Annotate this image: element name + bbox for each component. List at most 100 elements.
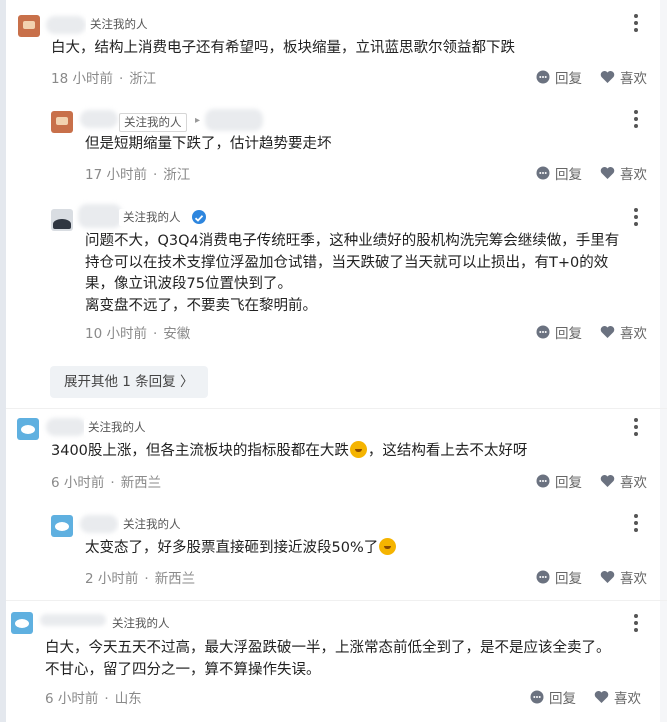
timestamp: 10 小时前 bbox=[85, 326, 147, 342]
reply-button[interactable]: 回复 bbox=[530, 687, 576, 707]
reply-label: 回复 bbox=[555, 326, 582, 342]
left-edge-strip bbox=[0, 0, 6, 722]
like-button[interactable]: 喜欢 bbox=[594, 687, 641, 707]
reply-text-part: 太变态了，好多股票直接砸到接近波段50%了 bbox=[85, 540, 379, 556]
timestamp: 18 小时前 bbox=[51, 71, 113, 87]
like-button[interactable]: 喜欢 bbox=[600, 163, 647, 183]
more-icon[interactable] bbox=[630, 612, 642, 634]
reply-label: 回复 bbox=[555, 167, 582, 183]
scrollbar[interactable] bbox=[660, 0, 667, 722]
divider bbox=[6, 408, 667, 409]
reply-text: 但是短期缩量下跌了，估计趋势要走坏 bbox=[85, 136, 332, 152]
reply-button[interactable]: 回复 bbox=[536, 67, 582, 87]
heart-icon bbox=[600, 571, 615, 583]
timestamp: 17 小时前 bbox=[85, 167, 147, 183]
avatar[interactable] bbox=[18, 15, 40, 37]
timestamp: 2 小时前 bbox=[85, 571, 139, 587]
like-label: 喜欢 bbox=[620, 326, 647, 342]
more-icon[interactable] bbox=[630, 512, 642, 534]
heart-icon bbox=[600, 71, 615, 83]
comment-meta: 18 小时前 · 浙江 bbox=[51, 71, 157, 87]
avatar[interactable] bbox=[51, 515, 73, 537]
comment-icon bbox=[536, 325, 550, 339]
avatar[interactable] bbox=[11, 612, 33, 634]
reply-button[interactable]: 回复 bbox=[536, 322, 582, 342]
comment-text-line: 白大，今天五天不过高，最大浮盈跌破一半，上涨常态前低全到了，是不是应该全卖了。 bbox=[45, 640, 611, 656]
more-icon[interactable] bbox=[630, 416, 642, 438]
like-label: 喜欢 bbox=[620, 71, 647, 87]
reply-button[interactable]: 回复 bbox=[536, 567, 582, 587]
like-label: 喜欢 bbox=[620, 167, 647, 183]
avatar[interactable] bbox=[17, 418, 39, 440]
location: 浙江 bbox=[163, 167, 191, 183]
timestamp: 6 小时前 bbox=[45, 691, 99, 707]
username-redacted[interactable] bbox=[46, 418, 86, 436]
reply-label: 回复 bbox=[555, 571, 582, 587]
location: 浙江 bbox=[129, 71, 157, 87]
location: 新西兰 bbox=[120, 475, 162, 491]
heart-icon bbox=[600, 167, 615, 179]
reply-label: 回复 bbox=[549, 691, 576, 707]
divider bbox=[6, 600, 667, 601]
comment-text-part: 3400股上涨，但各主流板块的指标股都在大跌 bbox=[51, 443, 349, 459]
reply-label: 回复 bbox=[555, 71, 582, 87]
like-button[interactable]: 喜欢 bbox=[600, 471, 647, 491]
reply-label: 回复 bbox=[555, 475, 582, 491]
expand-replies-button[interactable]: 展开其他 1 条回复 〉 bbox=[50, 366, 208, 398]
comment-meta: 6 小时前 · 新西兰 bbox=[51, 475, 162, 491]
avatar[interactable] bbox=[51, 209, 73, 231]
reply-text-line: 离变盘不远了，不要卖飞在黎明前。 bbox=[85, 298, 317, 314]
follow-tag: 关注我的人 bbox=[86, 16, 152, 33]
like-button[interactable]: 喜欢 bbox=[600, 567, 647, 587]
location: 安徽 bbox=[163, 326, 191, 342]
comment-text: 3400股上涨，但各主流板块的指标股都在大跌 ，这结构看上去不太好呀 bbox=[51, 441, 527, 463]
follow-tag: 关注我的人 bbox=[84, 419, 150, 436]
username-redacted[interactable] bbox=[40, 614, 106, 626]
more-icon[interactable] bbox=[630, 108, 642, 130]
reply-text-line: 持仓可以在技术支撑位浮盈加仓试错，当天跌破了当天就可以止损出，有T+0的效 bbox=[85, 255, 609, 271]
location: 新西兰 bbox=[154, 571, 196, 587]
heart-icon bbox=[600, 326, 615, 338]
reply-button[interactable]: 回复 bbox=[536, 163, 582, 183]
username-redacted[interactable] bbox=[80, 110, 118, 128]
username-redacted[interactable] bbox=[46, 16, 86, 34]
comment-text-line: 不甘心，留了四分之一，算不算操作失误。 bbox=[45, 662, 321, 678]
follow-tag: 关注我的人 bbox=[108, 615, 174, 632]
more-icon[interactable] bbox=[630, 12, 642, 34]
reply-meta: 17 小时前 · 浙江 bbox=[85, 167, 191, 183]
follow-tag: 关注我的人 bbox=[119, 209, 185, 226]
comment-icon bbox=[536, 166, 550, 180]
heart-icon bbox=[594, 691, 609, 703]
verified-icon bbox=[192, 210, 206, 224]
comment-icon bbox=[536, 70, 550, 84]
username-redacted[interactable] bbox=[80, 515, 118, 533]
comment-meta: 6 小时前 · 山东 bbox=[45, 691, 142, 707]
avatar[interactable] bbox=[51, 111, 73, 133]
reply-button[interactable]: 回复 bbox=[536, 471, 582, 491]
reply-text-line: 果，像立讯波段75位置快到了。 bbox=[85, 276, 292, 292]
like-label: 喜欢 bbox=[620, 475, 647, 491]
more-icon[interactable] bbox=[630, 206, 642, 228]
comment-text-part: ，这结构看上去不太好呀 bbox=[367, 443, 528, 459]
reply-text-line: 问题不大，Q3Q4消费电子传统旺季，这种业绩好的股机构洗完筹会继续做，手里有 bbox=[85, 233, 620, 249]
laugh-emoji bbox=[379, 538, 397, 555]
comment-icon bbox=[536, 474, 550, 488]
reply-text: 太变态了，好多股票直接砸到接近波段50%了 bbox=[85, 538, 397, 560]
like-label: 喜欢 bbox=[620, 571, 647, 587]
heart-icon bbox=[600, 475, 615, 487]
like-button[interactable]: 喜欢 bbox=[600, 67, 647, 87]
reply-meta: 2 小时前 · 新西兰 bbox=[85, 571, 196, 587]
reply-meta: 10 小时前 · 安徽 bbox=[85, 326, 191, 342]
location: 山东 bbox=[114, 691, 142, 707]
comment-text: 白大，结构上消费电子还有希望吗，板块缩量，立讯蓝思歌尔领益都下跌 bbox=[51, 40, 515, 56]
username-redacted[interactable] bbox=[205, 109, 263, 131]
username-redacted[interactable] bbox=[78, 204, 122, 228]
comment-icon bbox=[530, 690, 544, 704]
like-button[interactable]: 喜欢 bbox=[600, 322, 647, 342]
reply-arrow-icon: ▸ bbox=[195, 115, 201, 126]
follow-tag: 关注我的人 bbox=[119, 516, 185, 533]
follow-tag: 关注我的人 bbox=[119, 113, 187, 132]
like-label: 喜欢 bbox=[614, 691, 641, 707]
laugh-emoji bbox=[349, 441, 367, 458]
comment-icon bbox=[536, 570, 550, 584]
